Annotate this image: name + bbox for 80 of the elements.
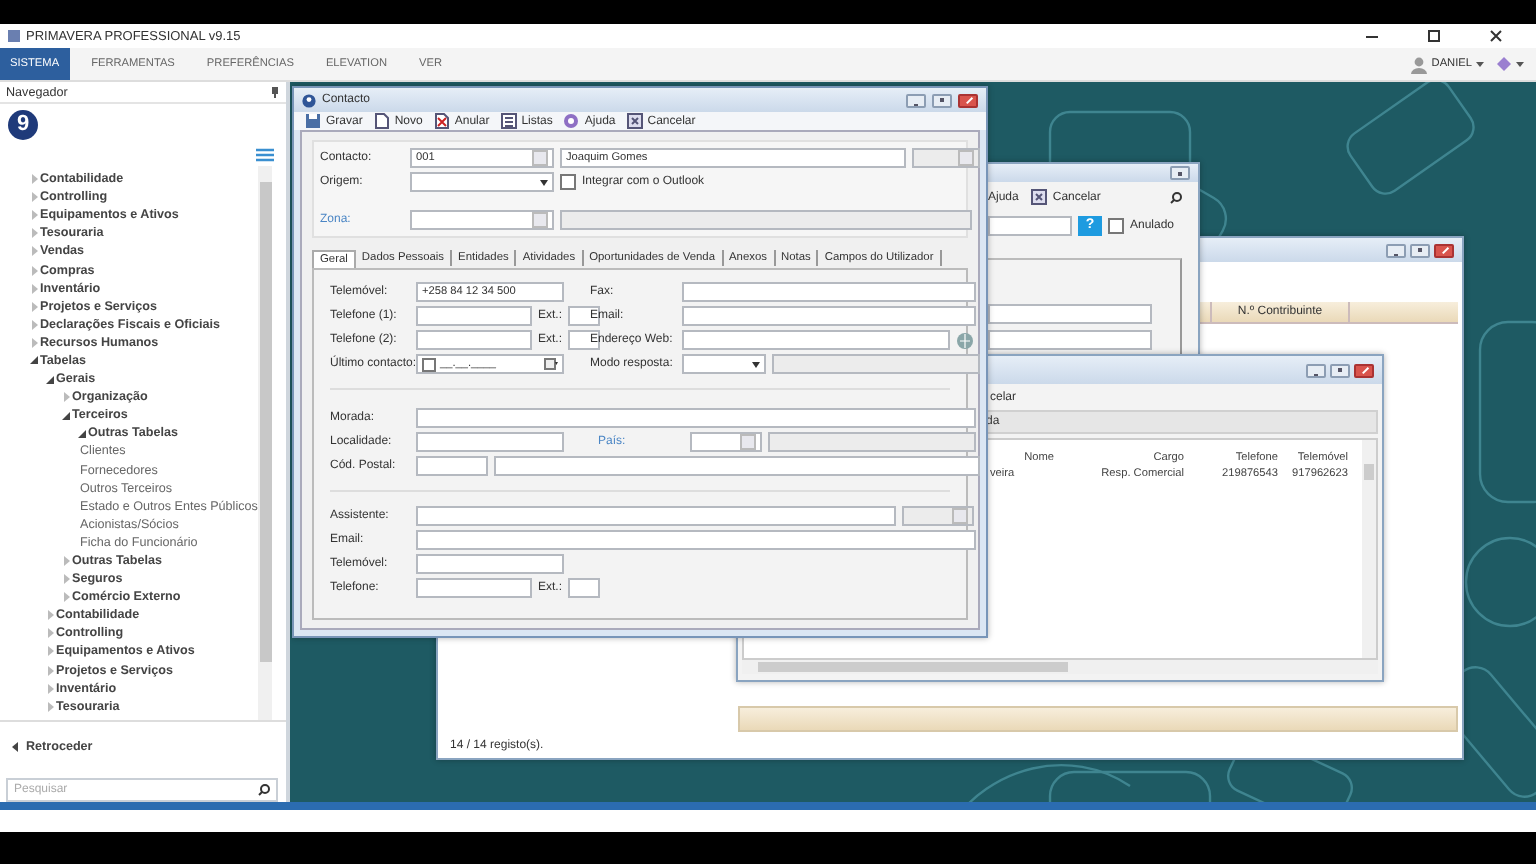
collapsed-arrow-icon[interactable] — [31, 265, 37, 276]
input-field[interactable] — [988, 304, 1152, 324]
cancel-icon — [625, 112, 644, 130]
app-icon — [8, 30, 20, 42]
close-button[interactable] — [1354, 363, 1374, 377]
collapsed-arrow-icon[interactable] — [47, 665, 53, 676]
maximize-icon[interactable] — [1426, 28, 1442, 44]
collapsed-arrow-icon[interactable] — [63, 592, 69, 603]
logo: 9 — [8, 109, 38, 139]
contact-icon — [302, 93, 316, 107]
input-field[interactable] — [568, 578, 601, 598]
expanded-arrow-icon[interactable] — [78, 429, 86, 438]
collapsed-arrow-icon[interactable] — [31, 319, 37, 330]
input-field[interactable] — [416, 408, 976, 428]
collapsed-arrow-icon[interactable] — [31, 337, 37, 348]
collapsed-arrow-icon[interactable] — [31, 301, 37, 312]
input-field[interactable] — [416, 554, 564, 574]
close-button[interactable] — [1434, 243, 1454, 257]
input-field[interactable] — [772, 354, 980, 374]
input-field[interactable] — [416, 530, 976, 550]
input-field[interactable] — [902, 506, 974, 526]
diamond-icon[interactable] — [1496, 56, 1512, 72]
input-field[interactable] — [988, 330, 1152, 350]
input-field[interactable] — [682, 306, 976, 326]
collapsed-arrow-icon[interactable] — [63, 574, 69, 585]
input-field[interactable] — [690, 432, 762, 452]
close-button[interactable] — [958, 93, 978, 107]
collapsed-arrow-icon[interactable] — [31, 192, 37, 203]
close-icon[interactable] — [1488, 28, 1504, 44]
globe-icon[interactable] — [956, 331, 974, 349]
collapsed-arrow-icon[interactable] — [47, 646, 53, 657]
caret-icon — [1476, 60, 1484, 68]
collapsed-arrow-icon[interactable] — [31, 228, 37, 239]
input-field[interactable] — [988, 215, 1072, 235]
maximize-button[interactable] — [1410, 243, 1430, 257]
input-field[interactable] — [912, 148, 980, 168]
expanded-arrow-icon[interactable] — [62, 411, 70, 420]
input-field[interactable] — [416, 306, 532, 326]
dropdown[interactable] — [410, 172, 554, 192]
input-field[interactable] — [416, 506, 896, 526]
collapsed-arrow-icon[interactable] — [31, 246, 37, 257]
collapsed-arrow-icon[interactable] — [47, 610, 53, 621]
input-field[interactable] — [682, 330, 950, 350]
collapsed-arrow-icon[interactable] — [31, 210, 37, 221]
input-field[interactable] — [682, 282, 976, 302]
collapsed-arrow-icon[interactable] — [47, 701, 53, 712]
collapsed-arrow-icon[interactable] — [47, 628, 53, 639]
cancel-icon — [1030, 188, 1049, 206]
input-field[interactable] — [410, 210, 554, 230]
minimize-button[interactable] — [1306, 363, 1326, 377]
user-icon — [1409, 55, 1428, 73]
checkbox[interactable] — [560, 174, 576, 190]
maximize-button[interactable] — [932, 93, 952, 107]
minimize-button[interactable] — [1386, 243, 1406, 257]
collapsed-arrow-icon[interactable] — [63, 392, 69, 403]
menu-icon[interactable] — [256, 148, 274, 162]
input-field[interactable] — [768, 432, 976, 452]
collapsed-arrow-icon[interactable] — [31, 174, 37, 185]
collapsed-arrow-icon[interactable] — [31, 283, 37, 294]
collapsed-arrow-icon[interactable] — [63, 556, 69, 567]
input-field[interactable] — [416, 578, 532, 598]
back-arrow-icon — [12, 741, 18, 751]
input-field[interactable] — [416, 432, 564, 452]
search-icon — [258, 784, 270, 796]
maximize-button[interactable] — [1330, 363, 1350, 377]
expanded-arrow-icon[interactable] — [46, 375, 54, 384]
input-field[interactable] — [494, 456, 980, 476]
input-field[interactable] — [416, 456, 488, 476]
search-icon[interactable] — [1170, 191, 1182, 203]
input-field[interactable] — [416, 330, 532, 350]
expanded-arrow-icon[interactable] — [30, 356, 38, 365]
maximize-button[interactable] — [1170, 166, 1190, 180]
checkbox[interactable] — [1108, 217, 1124, 233]
pin-icon[interactable] — [270, 86, 280, 98]
input-field[interactable] — [560, 210, 972, 230]
caret-icon — [1516, 60, 1524, 68]
minimize-button[interactable] — [906, 93, 926, 107]
collapsed-arrow-icon[interactable] — [47, 683, 53, 694]
calendar-icon — [544, 358, 558, 370]
dropdown[interactable] — [682, 354, 766, 374]
